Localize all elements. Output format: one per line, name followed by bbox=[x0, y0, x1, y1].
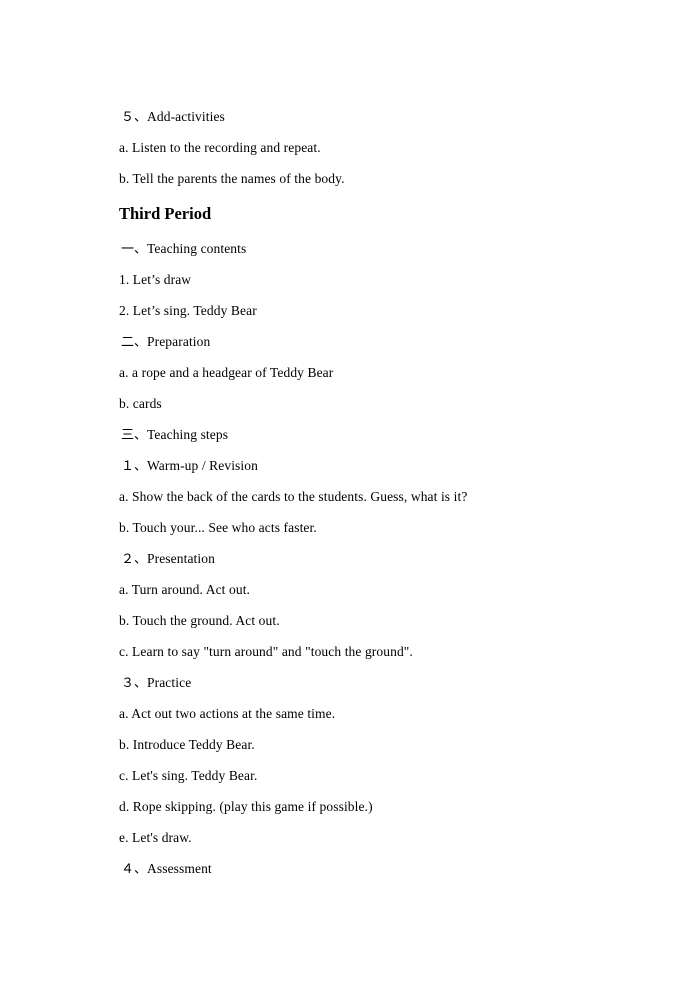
list-marker: ３、 bbox=[121, 676, 148, 691]
list-item: 一、Teaching contents bbox=[119, 233, 579, 264]
list-item: １、Warm-up / Revision bbox=[119, 450, 579, 481]
list-marker: 二、 bbox=[121, 335, 148, 350]
list-marker: 一、 bbox=[121, 242, 148, 257]
list-item-label: Add-activities bbox=[147, 109, 225, 124]
list-item: a. a rope and a headgear of Teddy Bear bbox=[119, 365, 334, 380]
list-marker: ２、 bbox=[121, 552, 148, 567]
list-marker: 三、 bbox=[121, 428, 148, 443]
list-item-label: Presentation bbox=[147, 551, 215, 566]
document-page: ５、Add-activities a. Listen to the record… bbox=[0, 0, 696, 983]
list-item-label: Assessment bbox=[147, 861, 212, 876]
list-item: ４、Assessment bbox=[119, 853, 579, 884]
list-item-label: Preparation bbox=[147, 334, 211, 349]
list-item: a. Turn around. Act out. bbox=[119, 582, 251, 597]
list-item-label: Warm-up / Revision bbox=[147, 458, 258, 473]
list-item: a. Show the back of the cards to the stu… bbox=[119, 489, 468, 504]
list-item: b. cards bbox=[119, 396, 162, 411]
list-item: b. Tell the parents the names of the bod… bbox=[119, 171, 345, 186]
list-item: ３、Practice bbox=[119, 667, 579, 698]
list-item: ２、Presentation bbox=[119, 543, 579, 574]
list-item: 1. Let’s draw bbox=[119, 272, 192, 287]
section-heading: Third Period bbox=[119, 204, 212, 223]
list-item: b. Introduce Teddy Bear. bbox=[119, 737, 255, 752]
list-item: c. Learn to say "turn around" and "touch… bbox=[119, 644, 413, 659]
list-item: b. Touch your... See who acts faster. bbox=[119, 520, 317, 535]
list-item: 三、Teaching steps bbox=[119, 419, 579, 450]
list-item: 二、Preparation bbox=[119, 326, 579, 357]
list-item: d. Rope skipping. (play this game if pos… bbox=[119, 799, 373, 814]
list-item: b. Touch the ground. Act out. bbox=[119, 613, 280, 628]
list-item: ５、Add-activities bbox=[119, 101, 579, 132]
list-marker: ４、 bbox=[121, 862, 148, 877]
list-item-label: Practice bbox=[147, 675, 192, 690]
list-marker: １、 bbox=[121, 459, 148, 474]
list-item-label: Teaching contents bbox=[147, 241, 247, 256]
list-item: c. Let's sing. Teddy Bear. bbox=[119, 768, 258, 783]
list-item: a. Listen to the recording and repeat. bbox=[119, 140, 321, 155]
document-body: ５、Add-activities a. Listen to the record… bbox=[119, 101, 579, 884]
list-item: 2. Let’s sing. Teddy Bear bbox=[119, 303, 257, 318]
list-item-label: Teaching steps bbox=[147, 427, 229, 442]
list-marker: ５、 bbox=[121, 110, 148, 125]
list-item: a. Act out two actions at the same time. bbox=[119, 706, 336, 721]
list-item: e. Let's draw. bbox=[119, 830, 192, 845]
